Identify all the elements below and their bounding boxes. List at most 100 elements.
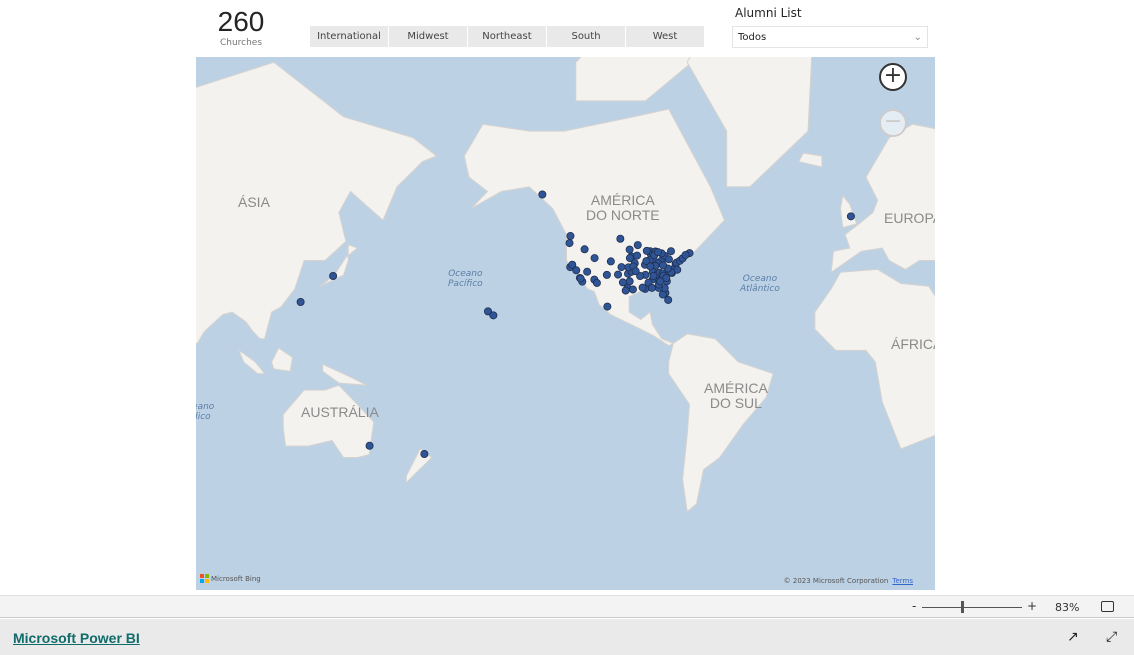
- land-iceland: [797, 152, 823, 168]
- label-europe: EUROPA: [884, 210, 935, 226]
- church-point[interactable]: [646, 262, 655, 271]
- chevron-down-icon: ⌄: [913, 32, 922, 43]
- church-point[interactable]: [566, 232, 575, 241]
- church-point[interactable]: [681, 250, 690, 259]
- church-point[interactable]: [365, 441, 374, 450]
- church-point[interactable]: [633, 251, 642, 260]
- share-icon[interactable]: ↗: [1067, 629, 1079, 645]
- region-northeast[interactable]: Northeast: [468, 26, 546, 47]
- label-asia: ÁSIA: [238, 194, 270, 210]
- church-point[interactable]: [617, 263, 626, 272]
- church-point[interactable]: [625, 277, 634, 286]
- church-point[interactable]: [656, 277, 665, 286]
- church-point[interactable]: [633, 241, 642, 250]
- church-point[interactable]: [631, 267, 640, 276]
- church-point[interactable]: [621, 286, 630, 295]
- zoom-slider[interactable]: [922, 607, 1022, 608]
- church-point[interactable]: [296, 298, 305, 307]
- church-point[interactable]: [638, 283, 647, 292]
- church-point[interactable]: [628, 285, 637, 294]
- land-asia: [196, 61, 438, 344]
- region-slicer: International Midwest Northeast South We…: [310, 26, 704, 47]
- church-point[interactable]: [572, 266, 581, 275]
- label-line: DO NORTE: [586, 207, 660, 223]
- region-south[interactable]: South: [547, 26, 625, 47]
- alumni-list-dropdown[interactable]: Todos ⌄: [732, 26, 928, 48]
- church-point[interactable]: [659, 261, 668, 270]
- bing-attribution: Microsoft Bing: [200, 574, 261, 583]
- label-australia: AUSTRÁLIA: [301, 404, 379, 420]
- church-point[interactable]: [602, 270, 611, 279]
- label-line: Oceano: [742, 274, 778, 284]
- church-point[interactable]: [606, 257, 615, 266]
- church-point[interactable]: [666, 247, 675, 256]
- church-point[interactable]: [329, 271, 338, 280]
- church-point[interactable]: [649, 271, 658, 280]
- label-line: Oceano: [196, 402, 215, 412]
- church-point[interactable]: [642, 246, 651, 255]
- church-point[interactable]: [664, 255, 673, 264]
- zoom-bar: - + 83%: [0, 595, 1134, 618]
- zoom-slider-thumb[interactable]: [961, 601, 964, 613]
- land-africa: [814, 268, 935, 450]
- land-south-america: [668, 333, 774, 513]
- land-greenland: [686, 57, 813, 188]
- label-line: AMÉRICA: [704, 380, 768, 396]
- map-zoom-in-button[interactable]: +: [879, 63, 907, 91]
- region-midwest[interactable]: Midwest: [389, 26, 467, 47]
- label-line: AMÉRICA: [590, 192, 655, 208]
- alumni-selected-value: Todos: [738, 32, 767, 43]
- label-line: Atlântico: [740, 284, 780, 294]
- church-count-label: Churches: [219, 38, 263, 48]
- church-point[interactable]: [538, 190, 547, 199]
- church-point[interactable]: [625, 254, 634, 263]
- church-point[interactable]: [616, 234, 625, 243]
- label-line: Oceano: [448, 269, 483, 279]
- church-point[interactable]: [565, 239, 574, 248]
- land-new-guinea: [322, 363, 368, 386]
- label-line: DO SUL: [709, 395, 762, 411]
- zoom-in-button[interactable]: +: [1027, 599, 1037, 613]
- church-point[interactable]: [420, 450, 429, 459]
- church-point[interactable]: [647, 283, 656, 292]
- land-europe: [830, 123, 935, 274]
- church-point[interactable]: [664, 295, 673, 304]
- power-bi-link[interactable]: Microsoft Power BI: [13, 630, 140, 646]
- church-point[interactable]: [580, 245, 589, 254]
- church-count-value: 260: [217, 6, 265, 37]
- region-west[interactable]: West: [626, 26, 704, 47]
- label-pacific: Oceano Pacífico: [448, 269, 483, 289]
- church-count-card: 260 Churches: [210, 6, 272, 48]
- fullscreen-icon[interactable]: ⤢: [1106, 629, 1117, 645]
- attribution-text: Microsoft Bing: [211, 574, 261, 583]
- land-australia: [282, 384, 375, 458]
- label-africa: ÁFRICA: [891, 336, 935, 352]
- church-point[interactable]: [653, 248, 662, 257]
- church-point[interactable]: [583, 267, 592, 276]
- church-point[interactable]: [576, 274, 585, 283]
- label-south-america: AMÉRICA DO SUL: [704, 381, 768, 411]
- map-copyright: © 2023 Microsoft Corporation Terms: [784, 577, 913, 585]
- church-point[interactable]: [592, 278, 601, 287]
- microsoft-logo-icon: [200, 574, 209, 583]
- label-line: Índico: [196, 412, 211, 422]
- map-zoom-out-button[interactable]: −: [879, 109, 907, 137]
- land-borneo: [271, 347, 294, 372]
- region-international[interactable]: International: [310, 26, 388, 47]
- zoom-out-button[interactable]: -: [912, 599, 916, 613]
- church-point[interactable]: [846, 212, 855, 221]
- copyright-text: © 2023 Microsoft Corporation: [783, 577, 889, 585]
- church-point[interactable]: [625, 245, 634, 254]
- church-point[interactable]: [618, 278, 627, 287]
- label-atlantic: Oceano Atlântico: [740, 274, 780, 294]
- church-point[interactable]: [614, 270, 623, 279]
- footer: Microsoft Power BI ↗ ⤢: [0, 619, 1134, 655]
- fit-to-page-icon[interactable]: [1101, 601, 1114, 612]
- zoom-percent: 83%: [1055, 601, 1080, 614]
- church-point[interactable]: [489, 311, 498, 320]
- land-sumatra: [238, 349, 266, 375]
- church-point[interactable]: [590, 254, 599, 263]
- terms-link[interactable]: Terms: [892, 577, 913, 585]
- church-map[interactable]: ÁSIA AMÉRICADO NORTE EUROPA ÁFRICA AMÉRI…: [196, 57, 935, 590]
- church-point[interactable]: [603, 302, 612, 311]
